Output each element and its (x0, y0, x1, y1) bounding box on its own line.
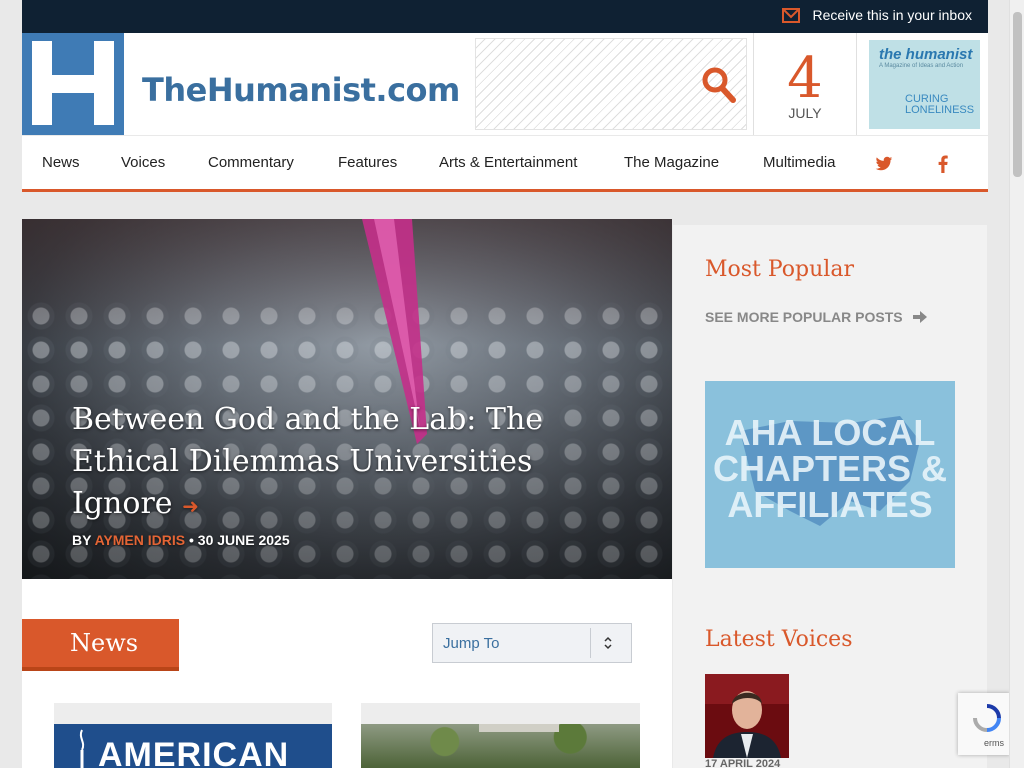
see-more-label: SEE MORE POPULAR POSTS (705, 309, 903, 325)
sidebar: Most Popular SEE MORE POPULAR POSTS AHA … (673, 225, 987, 768)
nav-item-features[interactable]: Features (338, 154, 397, 171)
newsletter-label: Receive this in your inbox (812, 7, 972, 23)
logo-h-icon (32, 41, 114, 125)
nav-item-magazine[interactable]: The Magazine (624, 154, 719, 171)
twitter-icon[interactable] (875, 156, 893, 172)
nav-item-news[interactable]: News (42, 154, 80, 171)
magazine-headline: CURING LONELINESS (905, 93, 975, 116)
recaptcha-icon (973, 704, 1001, 732)
news-card-image-text: AMERICAN (98, 736, 290, 768)
voice-author-photo[interactable] (705, 674, 789, 758)
scroll-thumb[interactable] (1013, 12, 1022, 177)
facebook-icon[interactable] (938, 155, 948, 173)
hero-by: BY (72, 532, 92, 548)
jump-to-select[interactable]: Jump To (432, 623, 632, 663)
page-scrollbar[interactable] (1009, 0, 1024, 768)
hero-author[interactable]: AYMEN IDRIS (95, 532, 186, 548)
aha-text: AHA LOCAL CHAPTERS & AFFILIATES (712, 412, 948, 525)
site-name[interactable]: TheHumanist.com (142, 71, 460, 109)
site-header: TheHumanist.com 4 JULY the humanist A Ma… (22, 33, 988, 135)
newsletter-link[interactable]: Receive this in your inbox (782, 7, 972, 23)
recaptcha-terms[interactable]: erms (984, 738, 1004, 748)
hero-date: 30 JUNE 2025 (197, 532, 290, 548)
main-nav: News Voices Commentary Features Arts & E… (22, 136, 988, 192)
author-portrait (705, 674, 789, 758)
magazine-subtitle: A Magazine of Ideas and Action (879, 63, 964, 69)
search-area[interactable] (475, 38, 747, 130)
arrow-right-icon: ➜ (182, 494, 199, 518)
nav-item-commentary[interactable]: Commentary (208, 154, 294, 171)
news-card[interactable] (361, 703, 640, 768)
nav-item-arts[interactable]: Arts & Entertainment (439, 154, 577, 171)
search-icon[interactable] (702, 67, 736, 103)
most-popular-heading: Most Popular (705, 257, 854, 282)
building-sign (479, 724, 559, 732)
torch-icon (79, 729, 85, 768)
section-label: News (70, 629, 139, 657)
hero-title-text: Between God and the Lab: The Ethical Dil… (72, 402, 544, 521)
nav-item-multimedia[interactable]: Multimedia (763, 154, 836, 171)
arrow-right-icon (912, 311, 927, 323)
magazine-title: the humanist (879, 46, 973, 63)
chevron-updown-icon (604, 636, 612, 650)
nav-item-voices[interactable]: Voices (121, 154, 165, 171)
date-day: 4 (787, 46, 823, 111)
site-logo[interactable] (22, 33, 124, 135)
date-month: JULY (788, 105, 822, 121)
section-tab-news[interactable]: News (22, 619, 179, 671)
hero-article[interactable]: Between God and the Lab: The Ethical Dil… (22, 219, 672, 579)
news-card-image: AMERICAN (54, 724, 332, 768)
magazine-cover[interactable]: the humanist A Magazine of Ideas and Act… (869, 40, 980, 129)
news-card[interactable]: AMERICAN (54, 703, 332, 768)
see-more-popular-link[interactable]: SEE MORE POPULAR POSTS (705, 309, 927, 325)
hero-meta: BY AYMEN IDRIS • 30 JUNE 2025 (72, 532, 290, 548)
jump-label: Jump To (443, 635, 500, 652)
aha-chapters-banner[interactable]: AHA LOCAL CHAPTERS & AFFILIATES (705, 381, 955, 568)
top-bar: Receive this in your inbox (22, 0, 988, 33)
hero-title[interactable]: Between God and the Lab: The Ethical Dil… (72, 399, 552, 527)
mail-icon (782, 7, 801, 23)
date-box: 4 JULY (753, 33, 857, 135)
recaptcha-badge[interactable]: erms (958, 693, 1010, 755)
latest-voices-heading: Latest Voices (705, 627, 853, 652)
news-card-image (361, 724, 640, 768)
voice-date: 17 APRIL 2024 (705, 758, 781, 768)
